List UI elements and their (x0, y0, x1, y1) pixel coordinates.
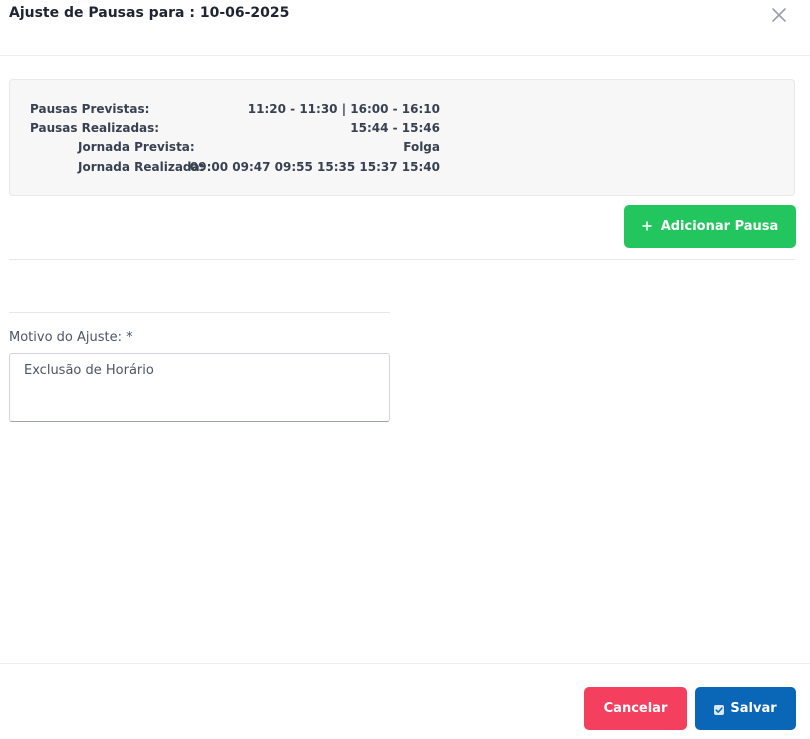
plus-icon (642, 220, 652, 234)
pausas-realizadas-value: 15:44 - 15:46 (350, 121, 440, 135)
motivo-textarea[interactable]: Exclusão de Horário (9, 353, 390, 422)
modal-footer (0, 663, 810, 739)
motivo-label: Motivo do Ajuste: * (9, 330, 133, 345)
pausas-previstas-label: Pausas Previstas: (30, 102, 150, 116)
jornada-prevista-value: Folga (403, 140, 440, 154)
save-label: Salvar (730, 701, 777, 716)
form-divider (9, 312, 390, 313)
add-pause-label: Adicionar Pausa (660, 219, 779, 234)
jornada-realizada-value: 09:00 09:47 09:55 15:35 15:37 15:40 (189, 160, 440, 174)
cancel-label: Cancelar (603, 701, 668, 716)
modal-header: Ajuste de Pausas para : 10-06-2025 (0, 0, 810, 56)
save-button[interactable]: Salvar (695, 687, 796, 730)
modal-title: Ajuste de Pausas para : 10-06-2025 (9, 5, 290, 21)
jornada-prevista-label: Jornada Prevista: (78, 140, 195, 154)
pausas-realizadas-label: Pausas Realizadas: (30, 121, 160, 135)
jornada-realizada-label: Jornada Realizada: (78, 160, 205, 174)
section-divider (9, 259, 795, 260)
add-pause-button[interactable]: Adicionar Pausa (624, 205, 796, 248)
cancel-button[interactable]: Cancelar (584, 687, 687, 730)
schedule-info-panel: Pausas Previstas: 11:20 - 11:30 | 16:00 … (9, 79, 795, 196)
adjust-pauses-modal: Ajuste de Pausas para : 10-06-2025 Pausa… (0, 0, 810, 739)
pausas-previstas-value: 11:20 - 11:30 | 16:00 - 16:10 (247, 102, 440, 116)
close-icon[interactable] (770, 6, 788, 24)
check-square-icon (714, 704, 725, 715)
